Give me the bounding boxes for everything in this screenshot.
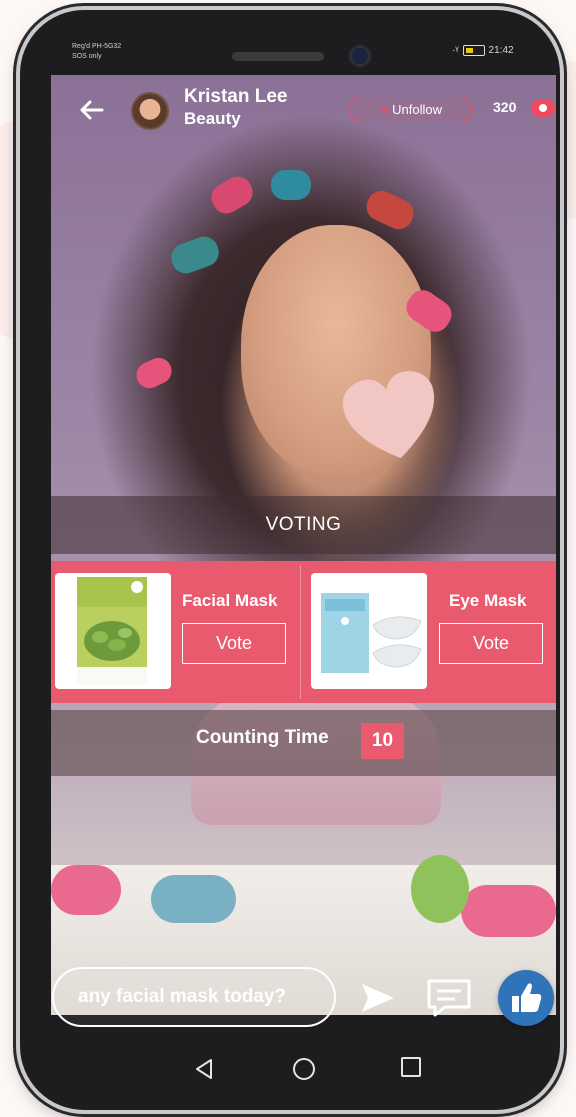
facial-mask-image[interactable]: [55, 573, 171, 689]
viewer-count: 320: [493, 99, 517, 115]
stream-header: Kristan Lee Beauty + Unfollow 320: [51, 75, 556, 145]
send-icon[interactable]: [358, 980, 398, 1016]
carrier-name: Reg'd PH-5G32: [72, 43, 122, 50]
streamer-avatar[interactable]: [131, 92, 169, 130]
voting-title: VOTING: [265, 514, 342, 535]
counting-bar: Counting Time 10: [51, 710, 556, 776]
hair-roller: [271, 170, 311, 200]
hair-roller: [132, 353, 176, 393]
nav-back-icon[interactable]: [193, 1057, 217, 1081]
voting-title-bar: VOTING: [51, 496, 556, 554]
back-arrow-icon[interactable]: [75, 93, 109, 127]
hair-roller: [206, 171, 258, 219]
system-status: ·ᵞ 21:42: [452, 45, 514, 56]
thumbs-up-icon[interactable]: [498, 970, 554, 1026]
nav-home-icon[interactable]: [293, 1058, 315, 1080]
streamer-category: Beauty: [184, 109, 241, 128]
hair-roller: [411, 855, 469, 923]
voting-panel: Facial Mask Vote Eye Mask Vote: [51, 561, 556, 703]
vote-facial-mask-button[interactable]: Vote: [182, 623, 286, 664]
counting-label: Counting Time: [196, 727, 329, 748]
hair-roller: [51, 865, 121, 915]
speaker-grille: [232, 52, 324, 61]
counting-timer: 10: [361, 723, 404, 759]
battery-icon: [462, 45, 485, 56]
facial-mask-title: Facial Mask: [182, 591, 278, 610]
nav-recent-icon[interactable]: [401, 1057, 421, 1077]
signal-icon: ·ᵞ: [452, 45, 459, 56]
carrier-info: Reg'd PH-5G32 SOS only: [72, 42, 121, 62]
hair-roller: [167, 232, 223, 278]
comment-input[interactable]: [52, 967, 336, 1027]
eye-mask-image[interactable]: [311, 573, 427, 689]
chat-icon[interactable]: [425, 977, 473, 1019]
vote-divider: [300, 565, 301, 699]
hair-roller: [151, 875, 236, 923]
plus-icon: +: [379, 101, 389, 118]
streamer-name[interactable]: Kristan Lee: [184, 86, 287, 108]
hair-roller: [461, 885, 556, 937]
unfollow-button[interactable]: + Unfollow: [349, 97, 473, 122]
vote-eye-mask-button[interactable]: Vote: [439, 623, 543, 664]
front-camera: [352, 48, 368, 64]
clock: 21:42: [488, 45, 514, 56]
navigation-bar: [51, 1022, 556, 1102]
eye-icon: [531, 99, 555, 117]
carrier-status: SOS only: [72, 53, 102, 60]
hair-roller: [361, 186, 419, 234]
unfollow-label: Unfollow: [392, 102, 443, 117]
eye-mask-title: Eye Mask: [449, 591, 527, 610]
